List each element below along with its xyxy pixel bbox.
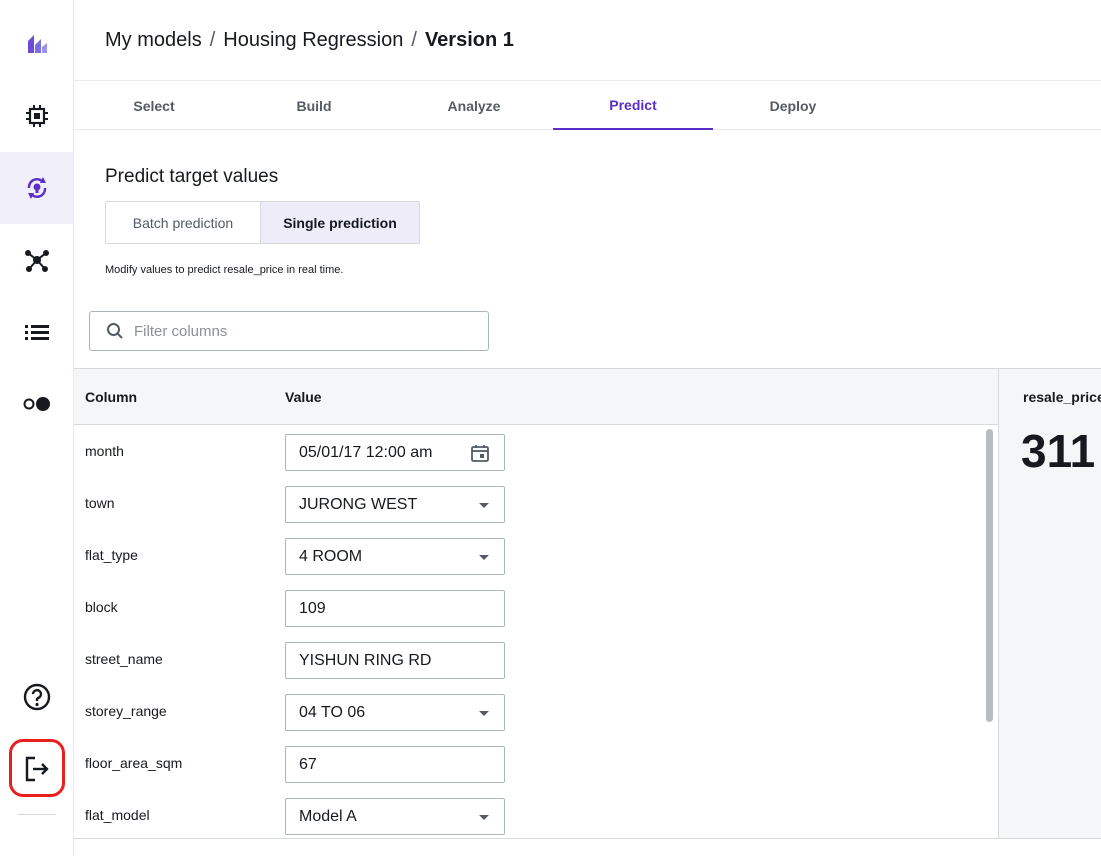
tab-analyze[interactable]: Analyze bbox=[394, 81, 554, 130]
sidebar-item-toggle[interactable] bbox=[0, 368, 73, 440]
header: My models / Housing Regression / Version… bbox=[74, 0, 1101, 81]
toggle-icon bbox=[23, 397, 50, 411]
section-title: Predict target values bbox=[105, 166, 279, 187]
row-label: town bbox=[85, 495, 115, 511]
breadcrumb-current: Version 1 bbox=[424, 29, 514, 51]
town-select[interactable]: JURONG WEST bbox=[285, 486, 505, 523]
sidebar-item-list[interactable] bbox=[0, 296, 73, 368]
tab-deploy[interactable]: Deploy bbox=[713, 81, 873, 130]
logout-button[interactable] bbox=[0, 733, 73, 805]
tab-select[interactable]: Select bbox=[74, 81, 234, 130]
table-row: month 05/01/17 12:00 am bbox=[74, 426, 984, 478]
breadcrumb-separator: / bbox=[209, 29, 216, 51]
breadcrumb-housing-regression[interactable]: Housing Regression bbox=[223, 29, 403, 52]
field-value: 05/01/17 12:00 am bbox=[299, 443, 433, 461]
tab-predict[interactable]: Predict bbox=[553, 81, 713, 130]
street-name-input[interactable]: YISHUN RING RD bbox=[285, 642, 505, 679]
breadcrumb-my-models[interactable]: My models bbox=[105, 29, 202, 52]
table-row: flat_model Model A bbox=[74, 790, 984, 838]
prediction-result-panel: resale_price 311 bbox=[999, 368, 1101, 839]
flat-type-select[interactable]: 4 ROOM bbox=[285, 538, 505, 575]
chip-icon bbox=[25, 105, 48, 127]
block-input[interactable]: 109 bbox=[285, 590, 505, 627]
row-label: street_name bbox=[85, 651, 163, 667]
calendar-icon[interactable] bbox=[470, 443, 490, 463]
table-row: street_name YISHUN RING RD bbox=[74, 634, 984, 686]
logo-button[interactable] bbox=[0, 8, 73, 80]
helper-text: Modify values to predict resale_price in… bbox=[105, 264, 344, 276]
table-row: storey_range 04 TO 06 bbox=[74, 686, 984, 738]
help-icon bbox=[23, 683, 50, 711]
table-row: block 109 bbox=[74, 582, 984, 634]
breadcrumb-separator: / bbox=[411, 29, 417, 51]
floor-area-input[interactable]: 67 bbox=[285, 746, 505, 783]
batch-prediction-button[interactable]: Batch prediction bbox=[106, 202, 261, 243]
sidebar-item-models[interactable] bbox=[0, 152, 73, 224]
row-label: storey_range bbox=[85, 703, 167, 719]
field-value: Model A bbox=[299, 807, 357, 825]
prediction-mode-toggle: Batch prediction Single prediction bbox=[105, 201, 420, 244]
caret-down-icon bbox=[479, 503, 489, 508]
month-date-input[interactable]: 05/01/17 12:00 am bbox=[285, 434, 505, 471]
field-value: 109 bbox=[299, 599, 326, 617]
row-label: flat_model bbox=[85, 807, 150, 823]
filter-columns-input[interactable] bbox=[134, 322, 474, 340]
field-value: 67 bbox=[299, 755, 317, 773]
value-header: Value bbox=[285, 389, 322, 405]
field-value: JURONG WEST bbox=[299, 495, 418, 513]
row-label: flat_type bbox=[85, 547, 138, 563]
caret-down-icon bbox=[479, 555, 489, 560]
table-row: town JURONG WEST bbox=[74, 478, 984, 530]
filter-columns-field[interactable] bbox=[89, 311, 489, 351]
refresh-bulb-icon bbox=[27, 177, 46, 199]
search-icon bbox=[107, 323, 123, 339]
sidebar-item-compute[interactable] bbox=[0, 80, 73, 152]
flat-model-select[interactable]: Model A bbox=[285, 798, 505, 835]
table-scrollbar[interactable] bbox=[986, 429, 993, 722]
row-label: month bbox=[85, 443, 124, 459]
row-label: block bbox=[85, 599, 118, 615]
table-row: flat_type 4 ROOM bbox=[74, 530, 984, 582]
table-row: floor_area_sqm 67 bbox=[74, 738, 984, 790]
storey-range-select[interactable]: 04 TO 06 bbox=[285, 694, 505, 731]
breadcrumb: My models / Housing Regression / Version… bbox=[105, 29, 514, 52]
caret-down-icon bbox=[479, 815, 489, 820]
field-value: 4 ROOM bbox=[299, 547, 363, 565]
help-button[interactable] bbox=[0, 661, 73, 733]
field-value: YISHUN RING RD bbox=[299, 651, 432, 669]
column-header: Column bbox=[85, 389, 138, 405]
logout-icon bbox=[25, 756, 49, 782]
sidebar-item-network[interactable] bbox=[0, 224, 73, 296]
tab-build[interactable]: Build bbox=[234, 81, 394, 130]
field-value: 04 TO 06 bbox=[299, 703, 366, 721]
result-value: 311 bbox=[1021, 425, 1096, 477]
caret-down-icon bbox=[479, 711, 489, 716]
prediction-table: Column Value month 05/01/17 12:00 am tow… bbox=[74, 368, 999, 839]
list-icon bbox=[24, 325, 49, 340]
sidebar bbox=[0, 0, 74, 856]
sidebar-divider bbox=[18, 814, 56, 815]
row-label: floor_area_sqm bbox=[85, 755, 183, 771]
network-icon bbox=[24, 250, 49, 272]
logo-icon bbox=[27, 35, 47, 53]
tab-bar: Select Build Analyze Predict Deploy bbox=[74, 81, 1101, 130]
result-label: resale_price bbox=[1023, 389, 1101, 405]
table-header: Column Value bbox=[74, 369, 998, 425]
single-prediction-button[interactable]: Single prediction bbox=[261, 202, 419, 243]
